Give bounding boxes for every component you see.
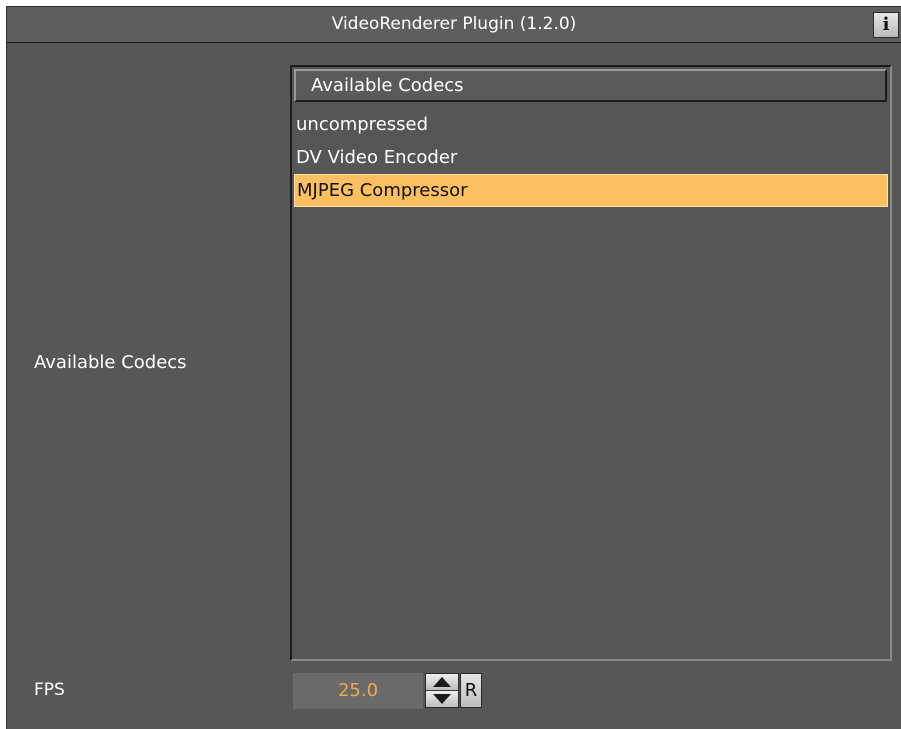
list-item-dv-video-encoder[interactable]: DV Video Encoder	[294, 141, 888, 174]
list-item-mjpeg-compressor[interactable]: MJPEG Compressor	[294, 174, 888, 207]
arrow-up-icon	[433, 677, 451, 687]
codecs-listbox[interactable]: Available Codecs uncompressed DV Video E…	[290, 65, 892, 661]
panel-title: VideoRenderer Plugin (1.2.0)	[331, 14, 577, 34]
reset-button[interactable]: R	[460, 673, 482, 708]
fps-label: FPS	[34, 680, 65, 700]
codec-list: uncompressed DV Video Encoder MJPEG Comp…	[294, 108, 888, 207]
fps-input[interactable]: 25.0	[293, 673, 423, 709]
spin-up-button[interactable]	[426, 674, 458, 691]
info-icon[interactable]: i	[873, 12, 899, 38]
title-bar: VideoRenderer Plugin (1.2.0) i	[7, 7, 901, 43]
list-header[interactable]: Available Codecs	[294, 69, 887, 102]
arrow-down-icon	[433, 694, 451, 704]
spin-down-button[interactable]	[426, 691, 458, 707]
plugin-panel: VideoRenderer Plugin (1.2.0) i Available…	[6, 6, 901, 729]
fps-stepper[interactable]	[425, 673, 459, 708]
codecs-label: Available Codecs	[34, 352, 187, 373]
list-item-uncompressed[interactable]: uncompressed	[294, 108, 888, 141]
